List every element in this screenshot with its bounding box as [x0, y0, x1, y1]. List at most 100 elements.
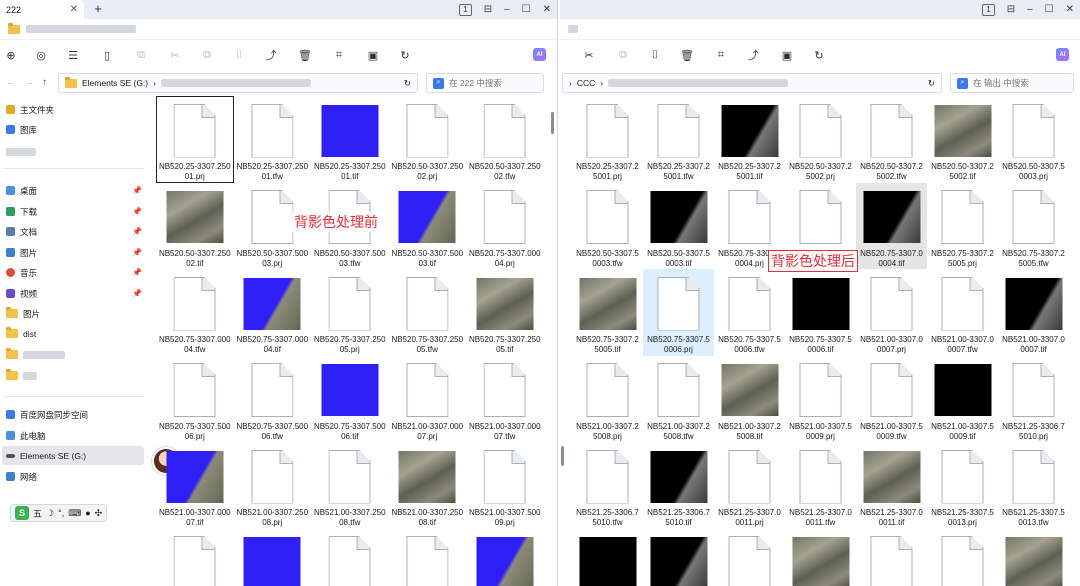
file-item[interactable] [389, 529, 467, 586]
pin-icon[interactable]: 📌 [132, 248, 142, 257]
address-drive[interactable]: Elements SE (G:) [82, 78, 148, 88]
settings-icon[interactable]: ✣ [95, 508, 103, 519]
file-item[interactable] [466, 529, 544, 586]
refresh-icon[interactable]: ↻ [812, 48, 826, 62]
sidebar-item-gallery[interactable]: 图库 [6, 120, 148, 139]
pin-icon[interactable]: 📌 [132, 207, 142, 216]
file-item[interactable]: NB521.00-3307.25008.prj [572, 356, 643, 443]
crop-icon[interactable]: ⌗ [714, 48, 728, 62]
move-icon[interactable]: ⤴ [746, 48, 760, 62]
file-item[interactable]: NB521.00-3307.50009.prj [785, 356, 856, 443]
pin-icon[interactable]: 📌 [132, 227, 142, 236]
file-item[interactable]: NB521.00-3307.50009.tfw [856, 356, 927, 443]
file-item[interactable] [234, 529, 312, 586]
refresh-icon[interactable]: ↻ [404, 78, 411, 89]
file-item[interactable] [785, 529, 856, 586]
punctuation-icon[interactable]: °, [58, 508, 64, 518]
back-icon[interactable]: ← [6, 77, 16, 88]
file-item[interactable] [156, 529, 234, 586]
up-icon[interactable]: ↑ [42, 77, 47, 88]
sidebar-item-documents[interactable]: 文档 📌 [6, 222, 148, 241]
sidebar-item-this-pc[interactable]: 此电脑 [6, 426, 148, 445]
restore-icon[interactable]: ⊟ [484, 4, 492, 15]
refresh-icon[interactable]: ↻ [398, 48, 412, 62]
sidebar-item-dist[interactable]: dist [6, 324, 148, 343]
tab-222[interactable]: 222 ✕ [0, 0, 84, 19]
scrollbar-thumb[interactable] [561, 446, 564, 466]
file-item[interactable]: NB520.50-3307.25002.prj [389, 96, 467, 183]
scrollbar-thumb[interactable] [551, 112, 554, 134]
file-item[interactable]: NB520.50-3307.25002.tfw [856, 96, 927, 183]
rename-icon[interactable]: ⌷ [232, 48, 246, 62]
ai-icon[interactable]: AI [1056, 48, 1069, 61]
file-item[interactable]: NB521.25-3307.50013.tfw [998, 442, 1069, 529]
file-item[interactable]: NB521.00-3307.25008.tfw [311, 442, 389, 529]
file-item[interactable]: NB520.75-3307.25005.prj [311, 269, 389, 356]
pin-icon[interactable]: 📌 [132, 186, 142, 195]
copy-icon[interactable]: ⧉ [134, 48, 148, 62]
ime-mode-label[interactable]: 五 [33, 507, 42, 520]
file-item[interactable]: NB520.75-3307.25005.prj [927, 183, 998, 270]
file-item[interactable]: NB521.00-3307.25008.prj [234, 442, 312, 529]
file-item[interactable]: NB520.75-3307.00004.tfw [156, 269, 234, 356]
layout-icon[interactable]: ▯ [100, 48, 114, 62]
keyboard-icon[interactable]: ⌨ [68, 508, 81, 519]
sidebar-item-pictures-folder[interactable]: 图片 [6, 304, 148, 323]
search-input[interactable]: ⌕ 在 222 中搜索 [426, 73, 544, 93]
view-options-icon[interactable]: ◎ [34, 48, 48, 62]
save-icon[interactable]: ▣ [366, 48, 380, 62]
sidebar-item-music[interactable]: 音乐 📌 [6, 263, 148, 282]
file-item[interactable]: NB520.75-3307.50006.tfw [234, 356, 312, 443]
file-item[interactable]: NB520.75-3307.00004.tif [856, 182, 927, 269]
minimize-button[interactable]: – [1027, 4, 1033, 15]
refresh-icon[interactable]: ↻ [928, 78, 935, 89]
cut-icon[interactable]: ✂ [168, 48, 182, 62]
file-item[interactable]: NB520.50-3307.50003.tif [643, 183, 714, 270]
file-item[interactable]: NB521.25-3307.00011.prj [714, 442, 785, 529]
file-item[interactable] [927, 529, 998, 586]
sidebar-item-redacted-folder-2[interactable] [6, 366, 148, 385]
new-tab-button[interactable]: + [90, 1, 106, 17]
file-item[interactable]: NB521.00-3307.00007.tif [156, 442, 234, 529]
sidebar-item-downloads[interactable]: 下载 📌 [6, 202, 148, 221]
vertical-scrollbar[interactable] [560, 96, 566, 580]
file-item[interactable]: NB521.25-3306.75010.tif [643, 442, 714, 529]
sidebar-item-network[interactable]: 网络 [6, 467, 148, 486]
new-item-icon[interactable]: ⊕ [4, 48, 18, 62]
close-window-button[interactable]: ✕ [1066, 4, 1074, 15]
file-item[interactable]: NB520.50-3307.50003.tif [389, 183, 467, 270]
file-item[interactable]: NB520.25-3307.25001.prj [572, 96, 643, 183]
address-bar[interactable]: › CCC › ↻ [562, 73, 942, 93]
file-item[interactable]: NB521.25-3306.75010.tfw [572, 442, 643, 529]
file-item[interactable]: NB520.25-3307.25001.tif [714, 96, 785, 183]
save-icon[interactable]: ▣ [780, 48, 794, 62]
file-item[interactable]: NB520.75-3307.25005.tif [466, 269, 544, 356]
file-item[interactable]: NB520.50-3307.50003.tfw [572, 183, 643, 270]
close-window-button[interactable]: ✕ [543, 4, 551, 15]
window-count-badge[interactable]: 1 [459, 3, 472, 16]
ime-toolbar[interactable]: S 五 ☽ °, ⌨ ● ✣ [10, 504, 108, 522]
share-icon[interactable]: ⤴ [264, 48, 278, 62]
sidebar-item-baidu-sync[interactable]: 百度网盘同步空间 [6, 405, 148, 424]
sidebar-item-drive-g[interactable]: Elements SE (G:) [2, 446, 144, 465]
file-item[interactable]: NB520.75-3307.00004.tif [234, 269, 312, 356]
file-item[interactable]: NB521.25-3306.75010.prj [998, 356, 1069, 443]
forward-icon[interactable]: → [24, 77, 34, 88]
sidebar-item-redacted-folder[interactable] [6, 345, 148, 364]
file-item[interactable]: NB520.50-3307.50003.prj [998, 96, 1069, 183]
pin-icon[interactable]: 📌 [132, 268, 142, 277]
rename-icon[interactable]: ⌷ [648, 48, 662, 62]
file-item[interactable] [572, 529, 643, 586]
file-item[interactable]: NB521.00-3307.00007.prj [389, 356, 467, 443]
file-item[interactable]: NB520.75-3307.50006.prj [156, 356, 234, 443]
sidebar-item-desktop[interactable]: 桌面 📌 [6, 181, 148, 200]
file-item[interactable]: NB521.25-3307.00011.tfw [785, 442, 856, 529]
user-icon[interactable]: ● [85, 508, 90, 518]
crop-icon[interactable]: ⌗ [332, 48, 346, 62]
file-item[interactable]: NB520.25-3307.25001.tif [311, 96, 389, 183]
paste-icon[interactable]: ⧉ [200, 48, 214, 62]
file-item[interactable]: NB520.75-3307.50006.tif [785, 269, 856, 356]
file-item[interactable]: NB520.75-3307.25005.tfw [998, 183, 1069, 270]
sort-icon[interactable]: ☰ [66, 48, 80, 62]
file-item[interactable] [714, 529, 785, 586]
